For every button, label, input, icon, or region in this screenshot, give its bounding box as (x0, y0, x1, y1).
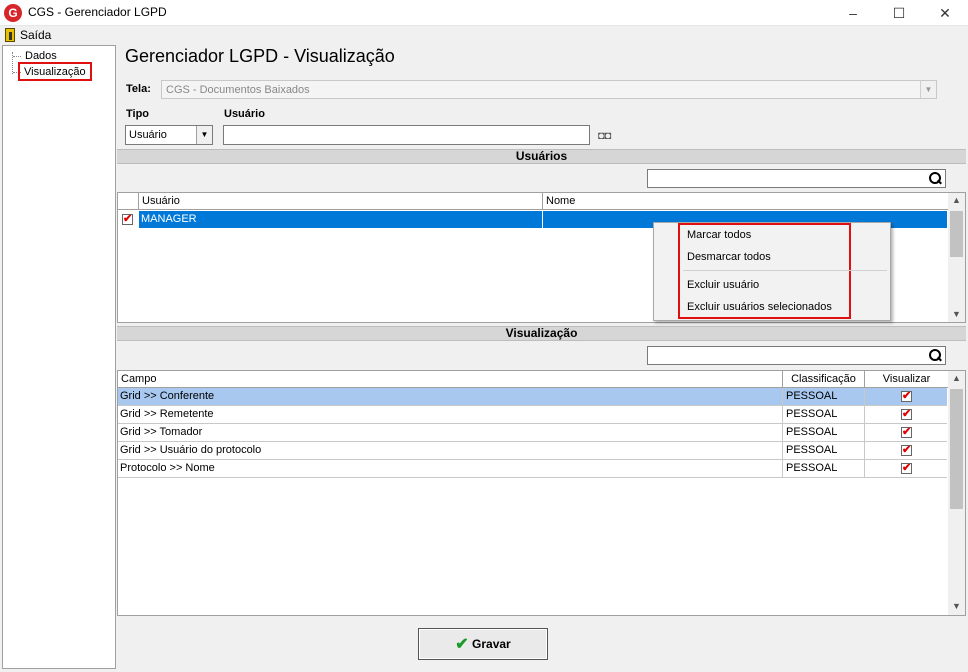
cell-campo: Grid >> Tomador (118, 424, 783, 441)
visualizar-checkbox[interactable] (901, 407, 912, 420)
cell-classificacao: PESSOAL (783, 460, 865, 477)
tree-connector (13, 56, 21, 57)
chevron-down-icon[interactable]: ▼ (196, 126, 212, 144)
table-row[interactable]: Grid >> Usuário do protocolo PESSOAL (118, 442, 947, 460)
tipo-select[interactable]: Usuário ▼ (125, 125, 213, 145)
menu-item-desmarcar-todos[interactable]: Desmarcar todos (687, 251, 771, 263)
cell-classificacao: PESSOAL (783, 406, 865, 423)
cell-campo: Grid >> Usuário do protocolo (118, 442, 783, 459)
tree-item-visualizacao[interactable]: Visualização (18, 62, 92, 81)
grid-header-check (118, 193, 139, 210)
cell-campo: Grid >> Conferente (118, 388, 783, 405)
search-icon[interactable] (927, 171, 943, 187)
menu-exit[interactable]: Saída (20, 28, 51, 42)
table-row[interactable]: Grid >> Remetente PESSOAL (118, 406, 947, 424)
menu-bar (0, 26, 968, 44)
chevron-up-icon[interactable]: ▲ (949, 373, 964, 383)
usuario-label: Usuário (224, 108, 265, 120)
visualizar-checkbox[interactable] (901, 389, 912, 402)
users-search-input[interactable] (647, 169, 946, 188)
scroll-thumb[interactable] (950, 389, 963, 509)
vis-col-visualizar[interactable]: Visualizar (865, 371, 948, 388)
visualizar-checkbox[interactable] (901, 425, 912, 438)
minimize-button[interactable]: – (830, 0, 876, 26)
checkmark-icon: ✔ (455, 635, 469, 653)
visualizar-checkbox[interactable] (901, 443, 912, 456)
gravar-button[interactable]: ✔ Gravar (418, 628, 548, 660)
visualizar-checkbox[interactable] (901, 461, 912, 474)
row-check-cell (118, 211, 139, 228)
chevron-down-icon[interactable]: ▼ (949, 309, 964, 319)
search-icon[interactable] (927, 348, 943, 364)
binoculars-search-icon[interactable]: ◘◘ (598, 130, 611, 142)
users-scrollbar[interactable]: ▲ ▼ (948, 193, 965, 322)
tela-label: Tela: (126, 83, 151, 95)
tipo-label: Tipo (126, 108, 150, 120)
cell-classificacao: PESSOAL (783, 424, 865, 441)
tree-item-dados[interactable]: Dados (25, 50, 57, 62)
menu-item-excluir-usuario[interactable]: Excluir usuário (687, 279, 759, 291)
vis-section-header: Visualização (117, 326, 966, 341)
page-title: Gerenciador LGPD - Visualização (125, 46, 395, 66)
cell-usuario: MANAGER (139, 211, 543, 228)
table-row[interactable]: Grid >> Tomador PESSOAL (118, 424, 947, 442)
chevron-down-icon[interactable]: ▼ (949, 601, 964, 611)
row-checkbox[interactable] (122, 212, 133, 225)
cell-campo: Grid >> Remetente (118, 406, 783, 423)
exit-door-icon[interactable] (5, 28, 15, 42)
gravar-label: Gravar (472, 637, 511, 651)
users-col-usuario[interactable]: Usuário (139, 193, 543, 210)
users-section-header: Usuários (117, 149, 966, 164)
maximize-button[interactable]: ☐ (876, 0, 922, 26)
tela-select: CGS - Documentos Baixados ▼ (161, 80, 937, 99)
table-row[interactable]: Grid >> Conferente PESSOAL (118, 388, 947, 406)
tipo-value: Usuário (129, 129, 167, 141)
menu-item-excluir-selecionados[interactable]: Excluir usuários selecionados (687, 301, 832, 313)
tela-value: CGS - Documentos Baixados (166, 84, 310, 96)
navigation-tree (2, 45, 116, 669)
vis-col-classificacao[interactable]: Classificação (783, 371, 865, 388)
close-button[interactable]: ✕ (922, 0, 968, 26)
table-row[interactable]: Protocolo >> Nome PESSOAL (118, 460, 947, 478)
vis-search-input[interactable] (647, 346, 946, 365)
users-col-nome[interactable]: Nome (543, 193, 948, 210)
vis-scrollbar[interactable]: ▲ ▼ (948, 371, 965, 615)
chevron-up-icon[interactable]: ▲ (949, 195, 964, 205)
cell-classificacao: PESSOAL (783, 388, 865, 405)
cell-campo: Protocolo >> Nome (118, 460, 783, 477)
chevron-down-icon: ▼ (920, 81, 936, 98)
app-logo-icon: G (4, 4, 22, 22)
menu-separator (683, 270, 887, 271)
vis-col-campo[interactable]: Campo (118, 371, 783, 388)
window-title: CGS - Gerenciador LGPD (28, 5, 167, 19)
usuario-input[interactable] (223, 125, 590, 145)
menu-item-marcar-todos[interactable]: Marcar todos (687, 229, 751, 241)
cell-classificacao: PESSOAL (783, 442, 865, 459)
scroll-thumb[interactable] (950, 211, 963, 257)
